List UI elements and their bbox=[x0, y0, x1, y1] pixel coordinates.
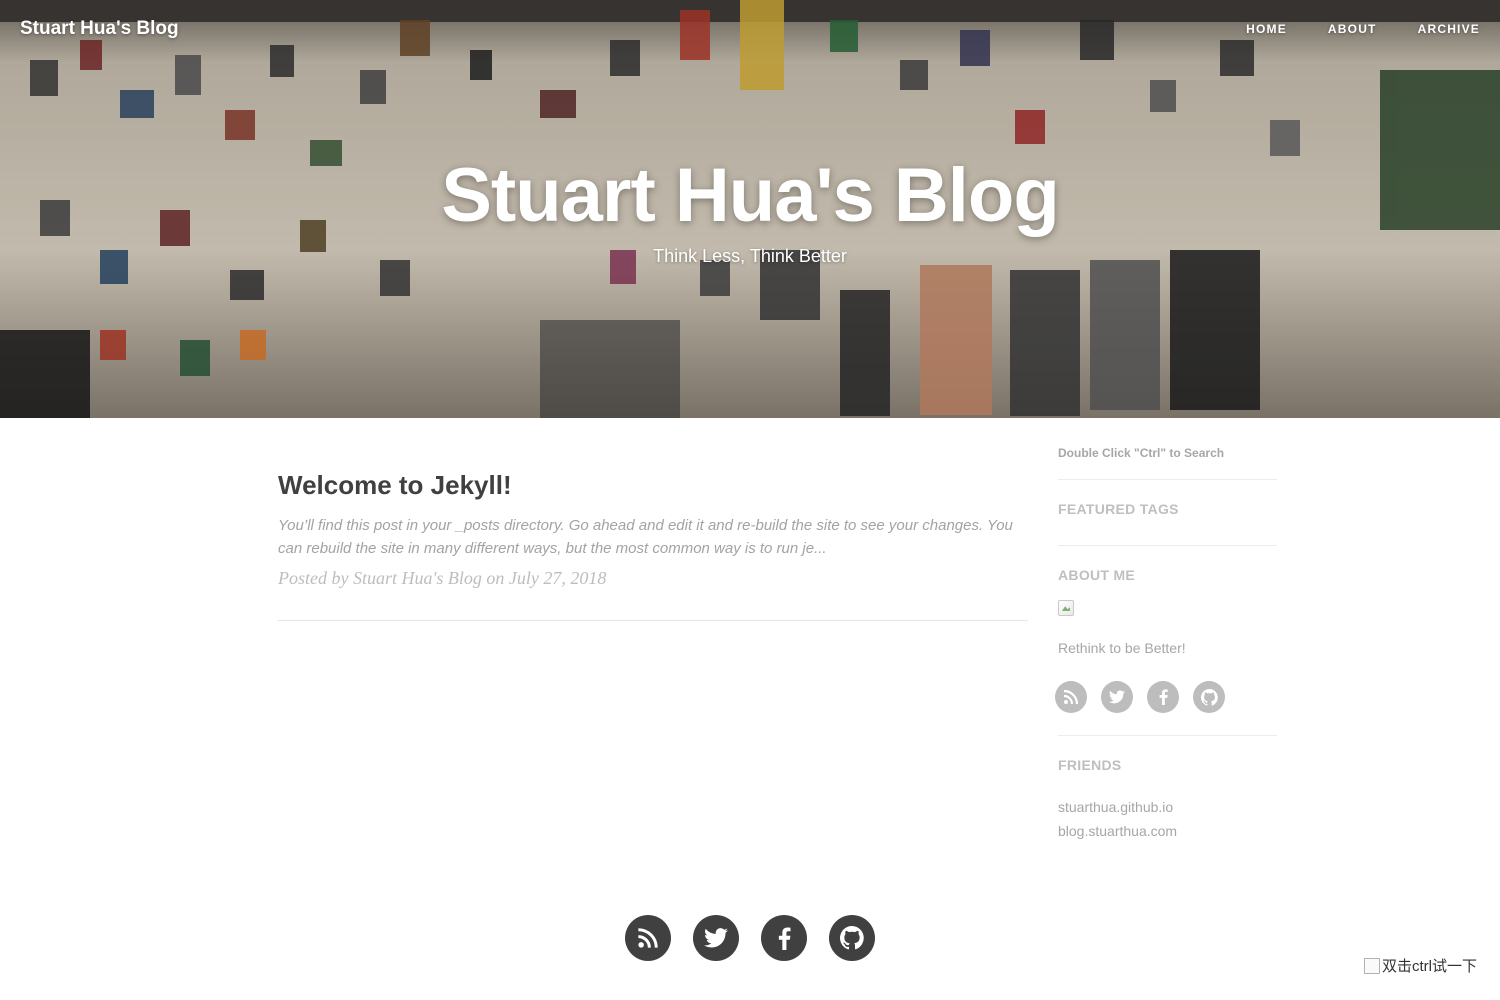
twitter-icon bbox=[1109, 690, 1125, 704]
github-icon bbox=[1200, 688, 1218, 706]
nav-links: HOME ABOUT ARCHIVE bbox=[1205, 22, 1480, 36]
hero-title: Stuart Hua's Blog bbox=[441, 153, 1060, 238]
github-icon bbox=[840, 926, 864, 950]
hero-subtitle: Think Less, Think Better bbox=[653, 246, 847, 266]
top-navbar: Stuart Hua's Blog HOME ABOUT ARCHIVE bbox=[0, 0, 1500, 60]
sidebar: Double Click "Ctrl" to Search FEATURED T… bbox=[1055, 446, 1277, 843]
search-hint-badge-alt: 双击ctrl试一下 bbox=[1382, 958, 1477, 975]
footer-twitter-link[interactable] bbox=[693, 915, 739, 961]
sidebar-divider bbox=[1058, 545, 1277, 546]
nav-about-link[interactable]: ABOUT bbox=[1328, 22, 1377, 36]
footer-rss-link[interactable] bbox=[625, 915, 671, 961]
post-divider bbox=[278, 620, 1028, 621]
footer-social-links bbox=[625, 915, 875, 961]
rss-icon bbox=[638, 928, 658, 948]
sidebar-twitter-link[interactable] bbox=[1101, 681, 1133, 713]
nav-home-link[interactable]: HOME bbox=[1246, 22, 1287, 36]
search-hint: Double Click "Ctrl" to Search bbox=[1058, 446, 1225, 460]
footer-github-link[interactable] bbox=[829, 915, 875, 961]
about-me-heading: ABOUT ME bbox=[1058, 567, 1136, 583]
brand-link[interactable]: Stuart Hua's Blog bbox=[20, 18, 179, 40]
about-text: Rethink to be Better! bbox=[1058, 640, 1186, 656]
post-excerpt: You’ll find this post in your _posts dir… bbox=[278, 517, 1013, 557]
rss-icon bbox=[1063, 689, 1079, 705]
featured-tags-heading: FEATURED TAGS bbox=[1058, 501, 1179, 517]
search-hint-badge[interactable]: 双击ctrl试一下 bbox=[1364, 955, 1477, 976]
sidebar-divider bbox=[1058, 735, 1277, 736]
sidebar-social-links bbox=[1055, 681, 1277, 713]
broken-image-icon bbox=[1364, 957, 1380, 974]
post-title-link[interactable]: Welcome to Jekyll! bbox=[278, 468, 1028, 502]
friend-link[interactable]: stuarthua.github.io bbox=[1058, 795, 1277, 819]
sidebar-github-link[interactable] bbox=[1193, 681, 1225, 713]
twitter-icon bbox=[704, 928, 728, 948]
friends-heading: FRIENDS bbox=[1058, 757, 1122, 773]
friends-list: stuarthua.github.io blog.stuarthua.com bbox=[1058, 795, 1277, 843]
nav-archive-link[interactable]: ARCHIVE bbox=[1418, 22, 1480, 36]
friend-link[interactable]: blog.stuarthua.com bbox=[1058, 819, 1277, 843]
post-meta: Posted by Stuart Hua's Blog on July 27, … bbox=[278, 568, 607, 588]
avatar-image bbox=[1058, 600, 1074, 616]
sidebar-divider bbox=[1058, 479, 1277, 480]
facebook-icon bbox=[778, 927, 791, 950]
post-preview: Welcome to Jekyll! You’ll find this post… bbox=[278, 468, 1028, 589]
sidebar-facebook-link[interactable] bbox=[1147, 681, 1179, 713]
facebook-icon bbox=[1159, 689, 1168, 705]
footer-facebook-link[interactable] bbox=[761, 915, 807, 961]
sidebar-rss-link[interactable] bbox=[1055, 681, 1087, 713]
hero-header: Stuart Hua's Blog HOME ABOUT ARCHIVE Stu… bbox=[0, 0, 1500, 418]
